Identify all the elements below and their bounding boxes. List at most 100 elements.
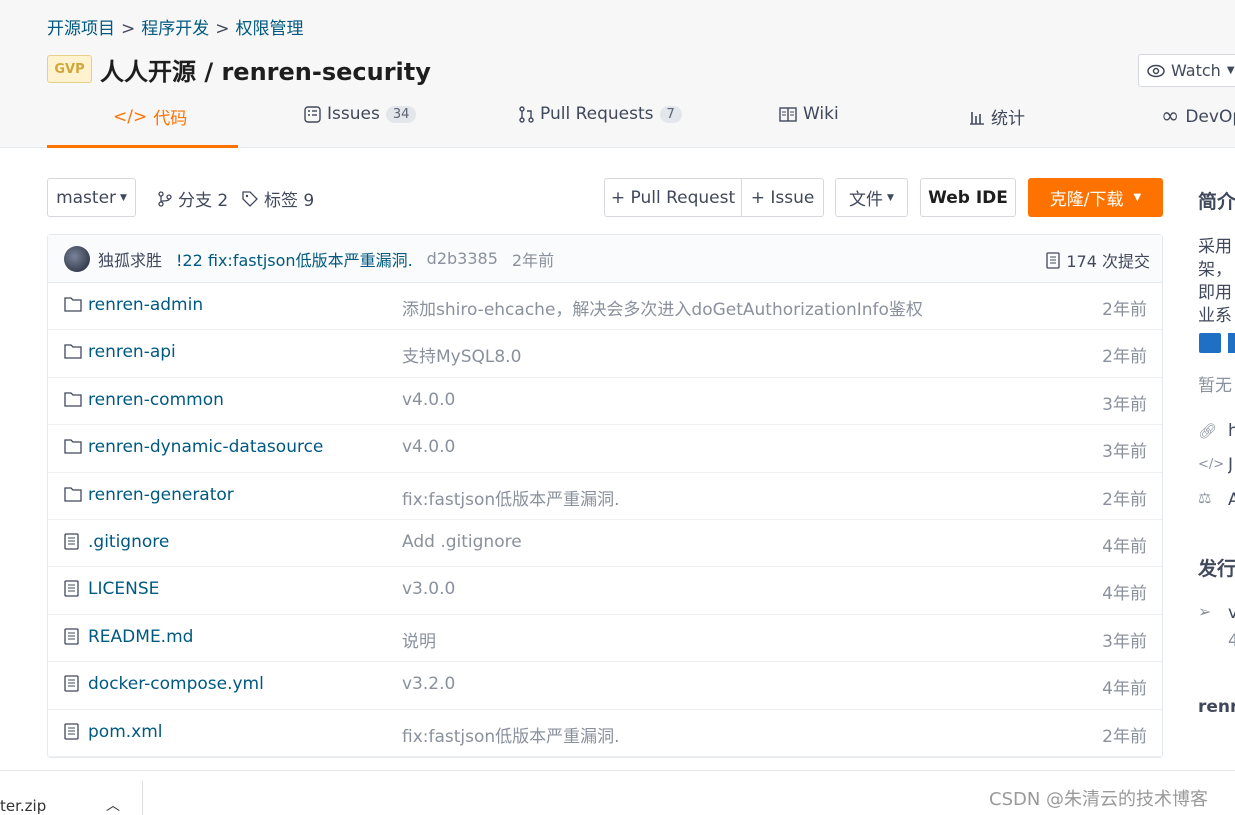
file-row[interactable]: renren-admin 添加shiro-ehcache，解决会多次进入doGet…: [48, 283, 1162, 331]
tags-count: 标签 9: [264, 191, 315, 211]
language-link[interactable]: J: [1228, 454, 1235, 477]
breadcrumb-item[interactable]: 开源项目: [47, 19, 115, 39]
tags-link[interactable]: 标签 9: [242, 186, 314, 211]
top-badge-icon[interactable]: [1199, 333, 1221, 353]
chevron-up-icon[interactable]: ︿: [106, 795, 120, 815]
file-time: 2年前: [1102, 300, 1147, 320]
breadcrumb: 开源项目 > 程序开发 > 权限管理: [47, 19, 304, 39]
file-row[interactable]: README.md 说明 3年前: [48, 615, 1162, 663]
file-row[interactable]: renren-api 支持MySQL8.0 2年前: [48, 330, 1162, 378]
issues-icon: [304, 105, 321, 123]
file-commit-message[interactable]: 添加shiro-ehcache，解决会多次进入doGetAuthorizatio…: [402, 295, 923, 320]
file-commit-message[interactable]: v4.0.0: [402, 437, 455, 457]
license-link[interactable]: A: [1228, 489, 1235, 512]
pull-request-button[interactable]: + Pull Request: [604, 178, 742, 217]
file-commit-message[interactable]: fix:fastjson低版本严重漏洞.: [402, 485, 620, 510]
gvp-badge[interactable]: GVP: [47, 55, 92, 83]
file-row[interactable]: renren-dynamic-datasource v4.0.0 3年前: [48, 425, 1162, 473]
tag-icon: [242, 190, 258, 207]
file-commit-message[interactable]: Add .gitignore: [402, 532, 522, 552]
file-name[interactable]: renren-common: [88, 390, 224, 410]
sidebar-repo-name: renr: [1198, 697, 1235, 717]
repo-title[interactable]: 人人开源 / renren-security: [100, 52, 431, 87]
new-issue-button[interactable]: + Issue: [741, 178, 824, 217]
breadcrumb-item[interactable]: 权限管理: [236, 19, 304, 39]
file-time: 4年前: [1102, 679, 1147, 700]
file-icon: [64, 580, 82, 598]
file-row[interactable]: renren-common v4.0.0 3年前: [48, 378, 1162, 426]
file-time: 2年前: [1102, 489, 1147, 510]
folder-icon: [64, 438, 82, 456]
download-filename[interactable]: ter.zip: [0, 797, 46, 815]
sidebar-intro-title: 简介: [1198, 191, 1235, 213]
file-time: 3年前: [1102, 442, 1147, 463]
tab-pull-requests[interactable]: Pull Requests 7: [519, 104, 682, 124]
tab-issues[interactable]: Issues 34: [304, 104, 417, 124]
file-row[interactable]: pom.xml fix:fastjson低版本严重漏洞. 2年前: [48, 710, 1162, 757]
commit-author[interactable]: 独孤求胜: [98, 247, 162, 271]
file-commit-message[interactable]: fix:fastjson低版本严重漏洞.: [402, 722, 620, 747]
file-time: 3年前: [1102, 394, 1147, 415]
file-time: 4年前: [1102, 584, 1147, 605]
file-name[interactable]: README.md: [88, 627, 193, 647]
language-icon: </>: [1198, 457, 1225, 472]
file-row[interactable]: renren-generator fix:fastjson低版本严重漏洞. 2年前: [48, 473, 1162, 520]
file-row[interactable]: .gitignore Add .gitignore 4年前: [48, 520, 1162, 568]
branches-link[interactable]: 分支 2: [158, 186, 228, 211]
folder-icon: [64, 296, 82, 314]
code-icon: </>: [113, 106, 148, 127]
commit-hash[interactable]: d2b3385: [427, 249, 498, 268]
commit-message[interactable]: !22 fix:fastjson低版本严重漏洞.: [176, 247, 413, 271]
file-name[interactable]: renren-generator: [88, 485, 234, 505]
issues-count: 34: [385, 105, 417, 123]
release-link[interactable]: v: [1228, 602, 1235, 625]
file-name[interactable]: .gitignore: [88, 532, 169, 552]
clone-download-button[interactable]: 克隆/下载 ▼: [1028, 178, 1163, 217]
chevron-down-icon: ▼: [887, 192, 894, 203]
pull-request-icon: [519, 105, 534, 123]
sidebar-intro-text: 采用 架， 即用 业系: [1198, 237, 1232, 326]
file-name[interactable]: renren-api: [88, 342, 176, 362]
avatar[interactable]: [64, 245, 90, 272]
web-ide-button[interactable]: Web IDE: [920, 178, 1016, 217]
branch-icon: [158, 190, 172, 207]
tab-wiki[interactable]: Wiki: [779, 104, 839, 124]
branch-select[interactable]: master ▼: [47, 178, 136, 217]
breadcrumb-item[interactable]: 程序开发: [141, 19, 209, 39]
file-commit-message[interactable]: 支持MySQL8.0: [402, 342, 521, 367]
infinity-icon: ∞: [1161, 104, 1180, 129]
file-row[interactable]: docker-compose.yml v3.2.0 4年前: [48, 662, 1162, 710]
send-icon: ➢: [1198, 602, 1212, 621]
file-time: 2年前: [1102, 726, 1147, 747]
eye-icon: [1147, 64, 1165, 77]
file-time: 2年前: [1102, 347, 1147, 368]
badge-icon[interactable]: [1228, 333, 1235, 353]
branch-label: master: [56, 187, 117, 208]
file-menu-button[interactable]: 文件 ▼: [835, 178, 908, 217]
file-label: 文件: [849, 190, 884, 210]
csdn-watermark: CSDN @朱清云的技术博客: [989, 789, 1209, 810]
watch-button[interactable]: Watch ▼: [1138, 54, 1235, 87]
file-row[interactable]: LICENSE v3.0.0 4年前: [48, 567, 1162, 615]
tab-stats[interactable]: 统计: [969, 104, 1025, 129]
file-commit-message[interactable]: 说明: [402, 627, 436, 652]
tab-label: DevOps: [1185, 106, 1235, 127]
file-name[interactable]: renren-dynamic-datasource: [88, 437, 323, 457]
folder-icon: [64, 343, 82, 361]
file-commit-message[interactable]: v3.0.0: [402, 579, 455, 599]
sidebar-empty: 暂无: [1198, 376, 1232, 396]
file-commit-message[interactable]: v3.2.0: [402, 674, 455, 694]
tab-code[interactable]: </> 代码: [113, 104, 187, 130]
homepage-link[interactable]: h: [1228, 420, 1235, 443]
file-commit-message[interactable]: v4.0.0: [402, 390, 455, 410]
file-name[interactable]: pom.xml: [88, 722, 163, 742]
file-name[interactable]: renren-admin: [88, 295, 203, 315]
latest-commit-bar: 独孤求胜 !22 fix:fastjson低版本严重漏洞. d2b3385 2年…: [48, 235, 1162, 283]
branches-count: 分支 2: [178, 191, 229, 211]
folder-icon: [64, 486, 82, 504]
tab-devops[interactable]: ∞DevOps: [1161, 104, 1235, 129]
file-name[interactable]: docker-compose.yml: [88, 674, 264, 694]
book-icon: [779, 106, 797, 122]
file-name[interactable]: LICENSE: [88, 579, 159, 599]
commit-count-link[interactable]: 174 次提交: [1046, 248, 1150, 272]
